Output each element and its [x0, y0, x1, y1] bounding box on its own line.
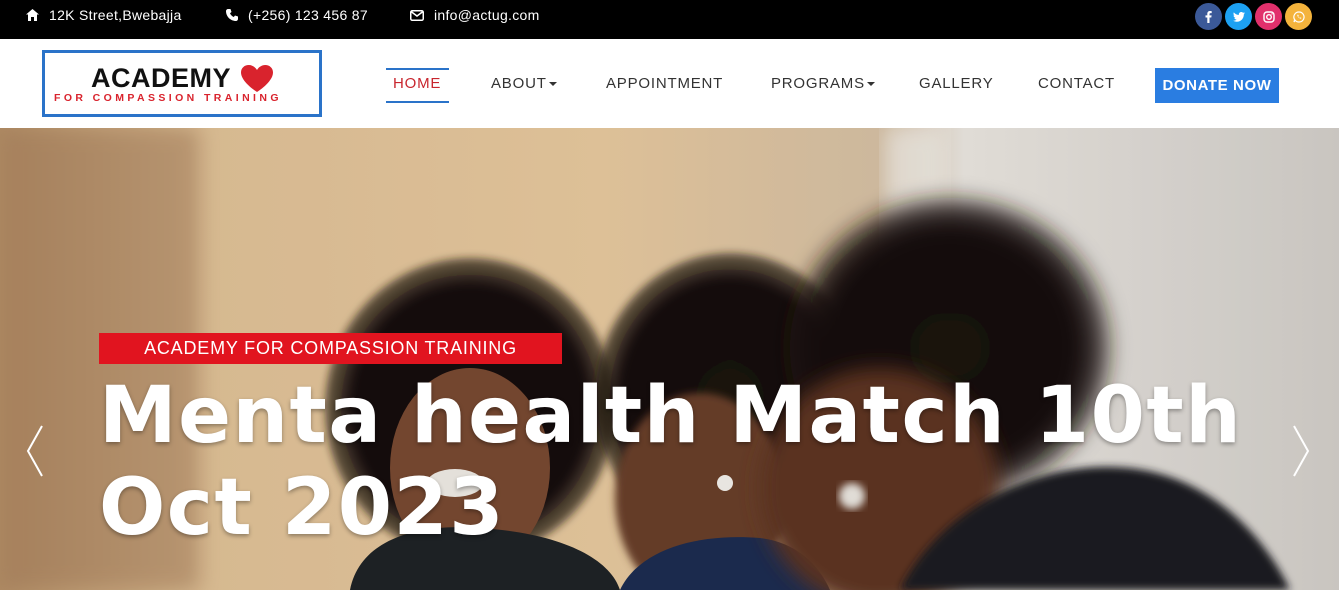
site-logo[interactable]: ACADEMY FOR COMPASSION TRAINING	[42, 50, 322, 117]
nav-home[interactable]: HOME	[393, 39, 441, 128]
hero-headline: Menta health Match 10th Oct 2023	[99, 370, 1242, 554]
donate-now-button[interactable]: DONATE NOW	[1155, 68, 1279, 103]
phone-text: (+256) 123 456 87	[248, 7, 368, 23]
envelope-icon	[410, 9, 424, 21]
heart-icon	[241, 65, 273, 92]
chevron-right-icon[interactable]	[1292, 424, 1310, 478]
home-icon	[26, 9, 39, 21]
twitter-button[interactable]	[1225, 3, 1252, 30]
hero-headline-line-1: Menta health Match 10th	[99, 371, 1243, 461]
nav-appointment[interactable]: APPOINTMENT	[606, 39, 723, 128]
email-text: info@actug.com	[434, 7, 540, 23]
nav-about[interactable]: ABOUT	[491, 39, 557, 128]
address-item: 12K Street,Bwebajja	[26, 0, 182, 30]
social-links	[1195, 3, 1312, 30]
hero-slider: ACADEMY FOR COMPASSION TRAINING Menta he…	[0, 128, 1339, 590]
nav-contact[interactable]: CONTACT	[1038, 39, 1115, 128]
nav-about-label: ABOUT	[491, 75, 547, 92]
caret-down-icon	[548, 81, 557, 86]
facebook-icon	[1205, 10, 1212, 23]
phone-icon	[226, 9, 238, 21]
top-bar: 12K Street,Bwebajja (+256) 123 456 87 in…	[0, 0, 1339, 39]
instagram-button[interactable]	[1255, 3, 1282, 30]
nav-programs[interactable]: PROGRAMS	[771, 39, 875, 128]
whatsapp-button[interactable]	[1285, 3, 1312, 30]
facebook-button[interactable]	[1195, 3, 1222, 30]
instagram-icon	[1262, 10, 1275, 23]
hero-eyebrow-label: ACADEMY FOR COMPASSION TRAINING	[99, 333, 562, 364]
whatsapp-icon	[1292, 10, 1305, 23]
twitter-icon	[1232, 11, 1245, 22]
main-navbar: ACADEMY FOR COMPASSION TRAINING HOME ABO…	[0, 39, 1339, 128]
logo-title: ACADEMY	[91, 63, 232, 93]
email-item[interactable]: info@actug.com	[410, 0, 540, 30]
chevron-left-icon[interactable]	[26, 424, 44, 478]
hero-headline-line-2: Oct 2023	[99, 463, 506, 553]
nav-programs-label: PROGRAMS	[771, 75, 865, 92]
caret-down-icon	[866, 81, 875, 86]
nav-gallery[interactable]: GALLERY	[919, 39, 994, 128]
phone-item[interactable]: (+256) 123 456 87	[226, 0, 368, 30]
logo-subtitle: FOR COMPASSION TRAINING	[54, 92, 282, 104]
address-text: 12K Street,Bwebajja	[49, 7, 182, 23]
